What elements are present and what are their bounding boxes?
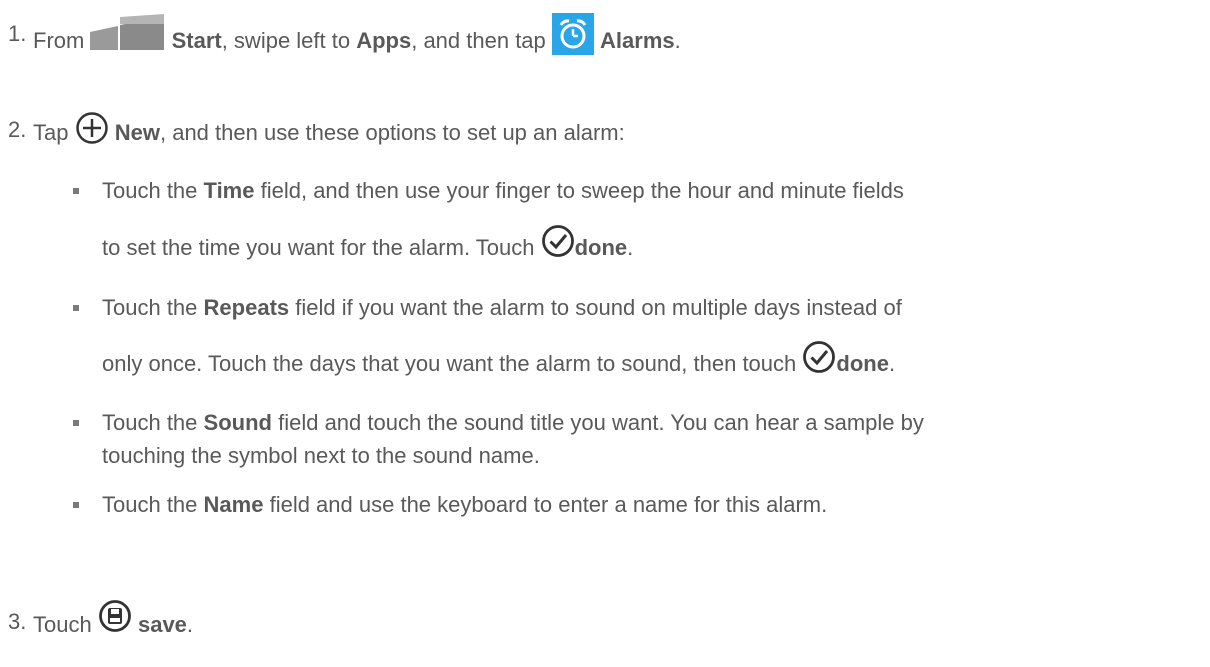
bullet-marker xyxy=(73,420,79,426)
bullet-4-line-1: Touch the Name field and use the keyboar… xyxy=(102,492,828,517)
alarm-clock-icon xyxy=(551,13,594,55)
step-number: 2. xyxy=(8,117,27,142)
bullet-3-line-1: Touch the Sound field and touch the soun… xyxy=(102,410,924,435)
bullet-marker xyxy=(73,188,79,194)
check-circle-icon xyxy=(541,224,575,258)
alarms-label: Alarms xyxy=(600,27,675,53)
step-number: 3. xyxy=(8,609,27,634)
bullet-3-line-2: touching the symbol next to the sound na… xyxy=(102,443,540,468)
name-label: Name xyxy=(203,492,264,517)
bullet-1-line-2: to set the time you want for the alarm. … xyxy=(102,225,633,266)
bullet-marker xyxy=(73,305,79,311)
sound-label: Sound xyxy=(203,410,272,435)
save-circle-icon xyxy=(98,599,132,633)
plus-circle-icon xyxy=(75,111,109,145)
bullet-2-line-2: only once. Touch the days that you want … xyxy=(102,341,895,382)
time-label: Time xyxy=(203,178,255,203)
windows-start-icon xyxy=(90,14,165,54)
step-number: 1. xyxy=(8,21,27,46)
done-label: done xyxy=(574,234,628,260)
done-label: done xyxy=(836,350,889,376)
bullet-marker xyxy=(73,502,79,508)
start-label: Start xyxy=(171,27,222,53)
save-label: save xyxy=(137,611,187,637)
step-text: From xyxy=(33,27,85,53)
repeats-label: Repeats xyxy=(203,295,290,320)
new-label: New xyxy=(114,119,160,145)
check-circle-icon xyxy=(802,340,836,374)
apps-label: Apps xyxy=(356,27,412,53)
bullet-1-line-1: Touch the Time field, and then use your … xyxy=(102,178,904,203)
bullet-2-line-1: Touch the Repeats field if you want the … xyxy=(102,295,902,320)
